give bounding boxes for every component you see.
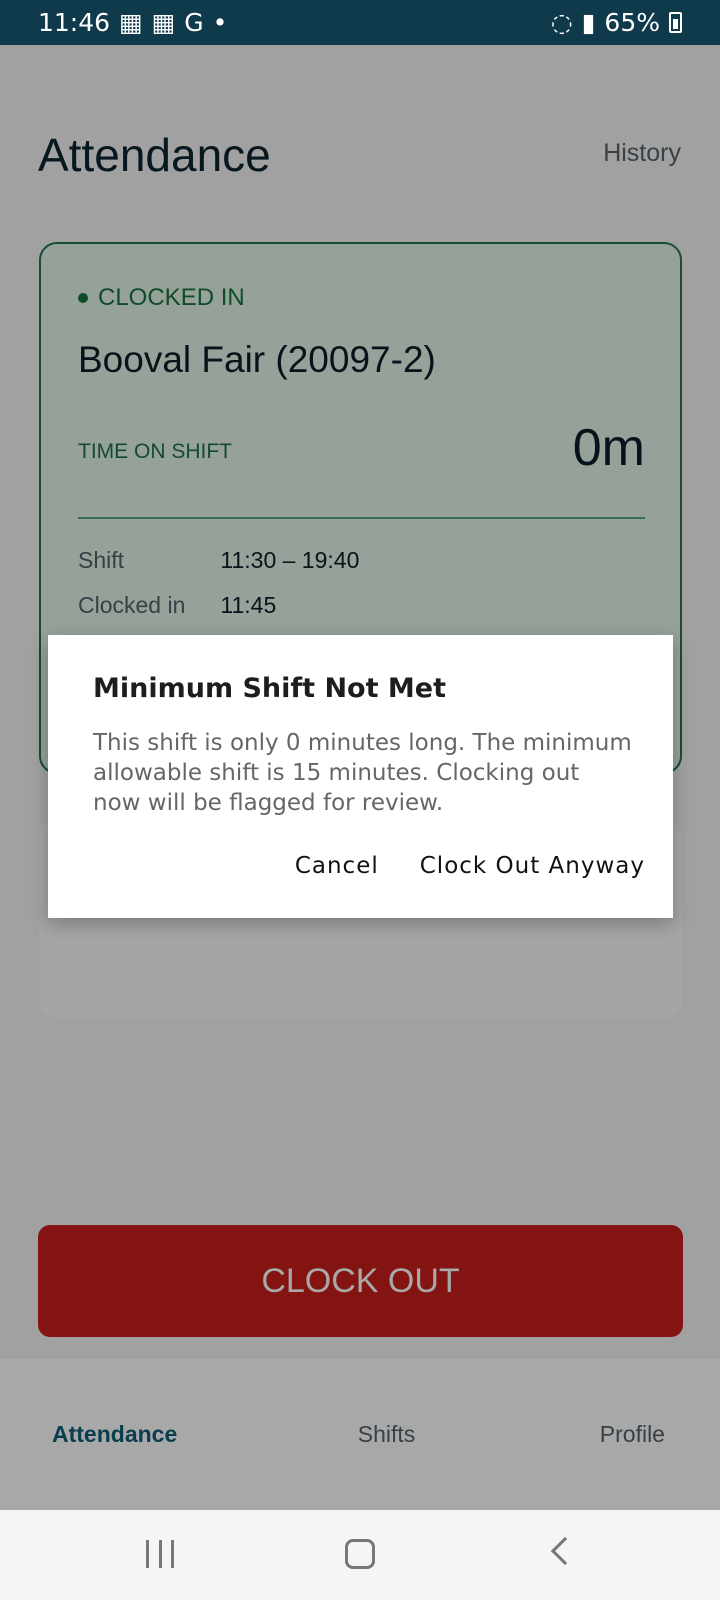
- wifi-icon: ◌: [550, 8, 573, 37]
- status-left: 11:46 ▦ ▦ G •: [38, 8, 227, 37]
- dialog-message: This shift is only 0 minutes long. The m…: [93, 730, 632, 816]
- back-icon[interactable]: [550, 1536, 580, 1566]
- status-bar: 11:46 ▦ ▦ G • ◌ ▮ 65%: [0, 0, 720, 45]
- system-navigation: [0, 1510, 720, 1600]
- battery-icon: [669, 12, 682, 33]
- dialog-actions: Cancel Clock Out Anyway: [295, 853, 645, 879]
- clock-out-anyway-button[interactable]: Clock Out Anyway: [420, 853, 645, 879]
- recent-apps-icon[interactable]: [146, 1540, 174, 1568]
- signal-icon: ▮: [581, 8, 596, 37]
- calendar-icon: ▦: [119, 8, 143, 37]
- notification-dot-icon: •: [212, 8, 228, 37]
- cancel-button[interactable]: Cancel: [295, 853, 379, 879]
- google-icon: G: [184, 8, 204, 37]
- minimum-shift-dialog: Minimum Shift Not Met This shift is only…: [48, 635, 673, 918]
- battery-percentage: 65%: [604, 8, 660, 37]
- dialog-title: Minimum Shift Not Met: [93, 673, 447, 704]
- calendar-icon: ▦: [151, 8, 176, 37]
- status-right: ◌ ▮ 65%: [551, 8, 682, 37]
- status-time: 11:46: [38, 8, 111, 37]
- home-icon[interactable]: [345, 1539, 375, 1569]
